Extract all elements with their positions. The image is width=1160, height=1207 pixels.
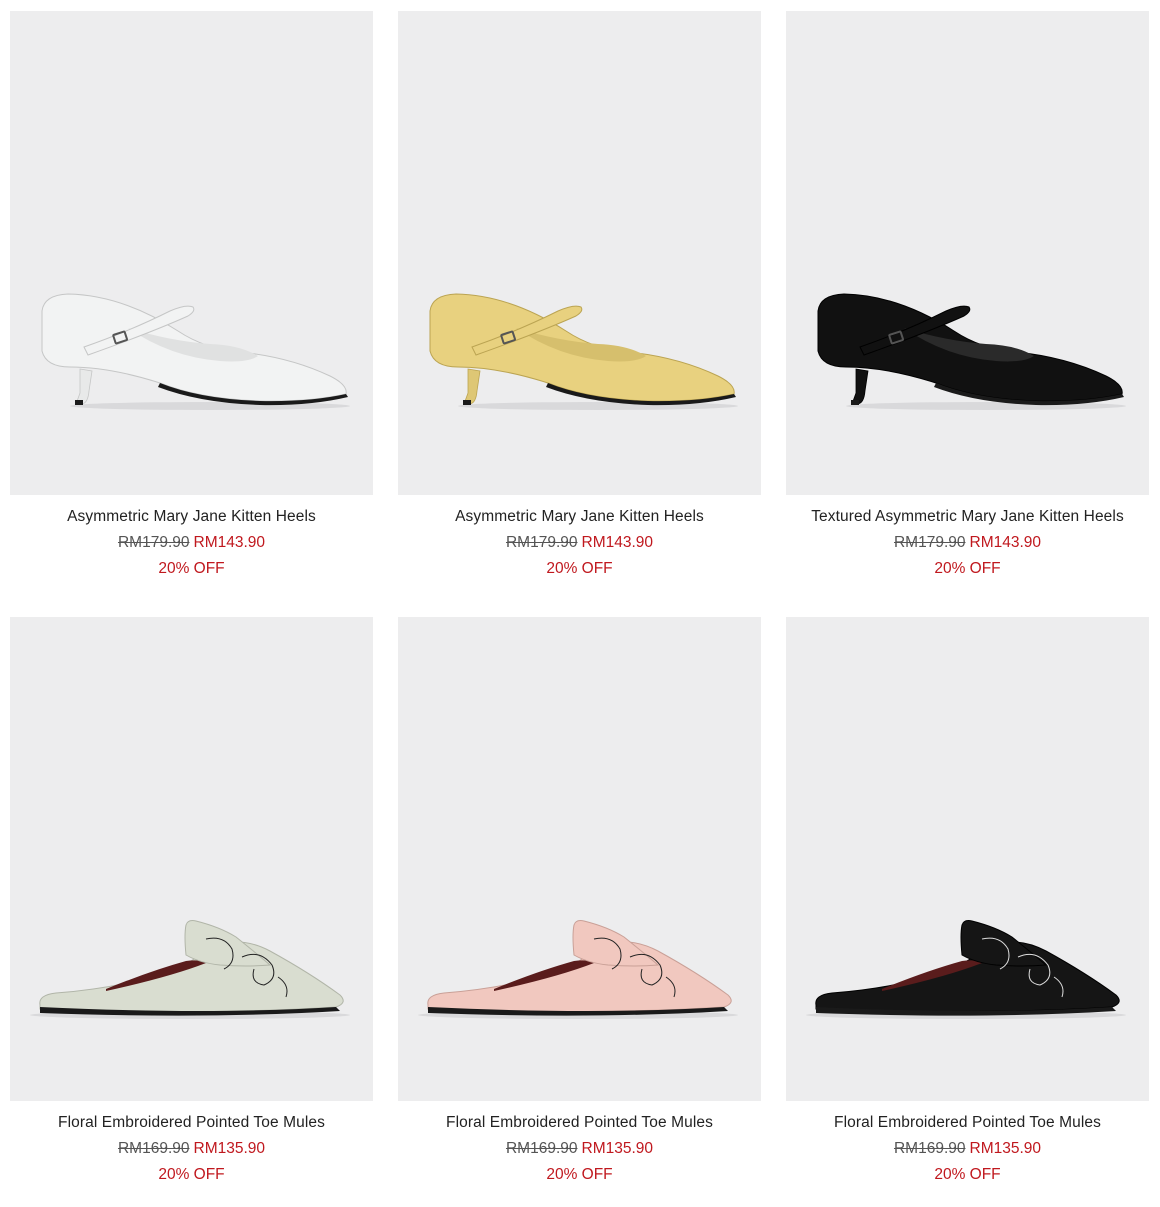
sale-price: RM143.90 (193, 534, 266, 551)
discount-label: 20% OFF (158, 560, 225, 577)
heel-tip (851, 400, 859, 405)
product-image[interactable] (398, 617, 761, 1101)
price-line: RM169.90 RM135.90 (118, 1139, 265, 1159)
product-image[interactable] (786, 617, 1149, 1101)
sale-price: RM143.90 (969, 534, 1042, 551)
discount-label: 20% OFF (934, 560, 1001, 577)
price-line: RM179.90 RM143.90 (118, 533, 265, 553)
product-image[interactable] (10, 617, 373, 1101)
heel-stem (851, 368, 869, 405)
product-name[interactable]: Textured Asymmetric Mary Jane Kitten Hee… (811, 507, 1124, 527)
mule-illustration (30, 920, 350, 1019)
original-price: RM179.90 (505, 534, 578, 551)
price-line: RM169.90 RM135.90 (894, 1139, 1041, 1159)
mule-illustration (418, 920, 738, 1019)
product-name[interactable]: Floral Embroidered Pointed Toe Mules (446, 1113, 713, 1133)
heel-tip (75, 400, 83, 405)
kitten-heel-illustration (41, 293, 350, 410)
product-grid: Asymmetric Mary Jane Kitten Heels RM179.… (10, 11, 1149, 1207)
product-name[interactable]: Asymmetric Mary Jane Kitten Heels (455, 507, 704, 527)
price-line: RM169.90 RM135.90 (506, 1139, 653, 1159)
original-price: RM169.90 (505, 1140, 578, 1157)
product-card[interactable]: Floral Embroidered Pointed Toe Mules RM1… (10, 617, 373, 1207)
product-image[interactable] (398, 11, 761, 495)
product-card[interactable]: Floral Embroidered Pointed Toe Mules RM1… (786, 617, 1149, 1207)
sale-price: RM135.90 (969, 1140, 1042, 1157)
price-line: RM179.90 RM143.90 (894, 533, 1041, 553)
sale-price: RM135.90 (193, 1140, 266, 1157)
discount-label: 20% OFF (158, 1166, 225, 1183)
original-price: RM179.90 (117, 534, 190, 551)
product-card[interactable]: Asymmetric Mary Jane Kitten Heels RM179.… (10, 11, 373, 617)
heel-tip (463, 400, 471, 405)
original-price: RM169.90 (893, 1140, 966, 1157)
product-name[interactable]: Floral Embroidered Pointed Toe Mules (58, 1113, 325, 1133)
kitten-heel-illustration (429, 293, 738, 410)
discount-label: 20% OFF (546, 560, 613, 577)
product-card[interactable]: Floral Embroidered Pointed Toe Mules RM1… (398, 617, 761, 1207)
discount-label: 20% OFF (934, 1166, 1001, 1183)
product-image[interactable] (786, 11, 1149, 495)
product-card[interactable]: Asymmetric Mary Jane Kitten Heels RM179.… (398, 11, 761, 617)
product-card[interactable]: Textured Asymmetric Mary Jane Kitten Hee… (786, 11, 1149, 617)
sale-price: RM135.90 (581, 1140, 654, 1157)
original-price: RM169.90 (117, 1140, 190, 1157)
mule-illustration (806, 920, 1126, 1019)
product-name[interactable]: Floral Embroidered Pointed Toe Mules (834, 1113, 1101, 1133)
kitten-heel-illustration (817, 293, 1126, 410)
heel-stem (463, 368, 481, 405)
original-price: RM179.90 (893, 534, 966, 551)
product-image[interactable] (10, 11, 373, 495)
price-line: RM179.90 RM143.90 (506, 533, 653, 553)
discount-label: 20% OFF (546, 1166, 613, 1183)
product-name[interactable]: Asymmetric Mary Jane Kitten Heels (67, 507, 316, 527)
heel-stem (75, 368, 93, 405)
sale-price: RM143.90 (581, 534, 654, 551)
